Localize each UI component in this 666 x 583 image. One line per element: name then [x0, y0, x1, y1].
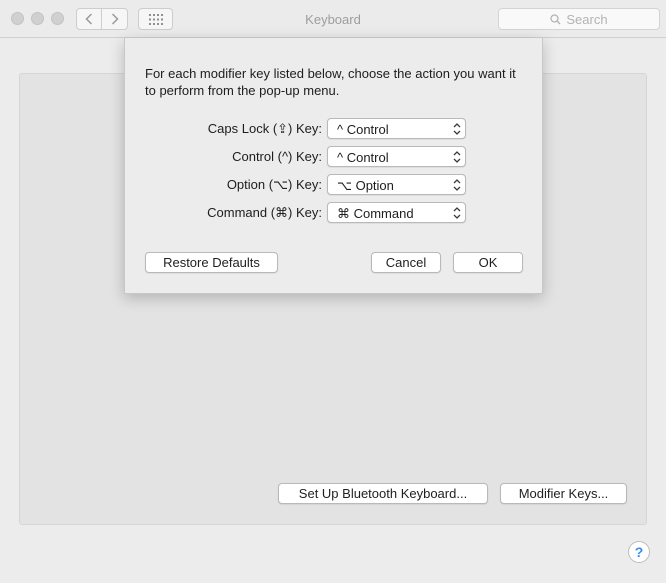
- up-down-arrows-icon: [453, 207, 461, 219]
- search-placeholder: Search: [566, 11, 608, 27]
- control-row: Control (^) Key: ^ Control: [125, 146, 544, 167]
- caps-lock-value: ^ Control: [337, 122, 389, 137]
- command-popup[interactable]: ⌘ Command: [327, 202, 466, 223]
- caps-lock-row: Caps Lock (⇪) Key: ^ Control: [125, 118, 544, 139]
- modifier-keys-sheet: For each modifier key listed below, choo…: [124, 38, 543, 294]
- up-down-arrows-icon: [453, 123, 461, 135]
- toolbar: Keyboard Search: [0, 0, 666, 38]
- modifier-keys-button[interactable]: Modifier Keys...: [500, 483, 627, 504]
- caps-lock-popup[interactable]: ^ Control: [327, 118, 466, 139]
- command-value: ⌘ Command: [337, 206, 414, 221]
- cancel-button[interactable]: Cancel: [371, 252, 441, 273]
- control-popup[interactable]: ^ Control: [327, 146, 466, 167]
- sheet-description: For each modifier key listed below, choo…: [145, 66, 516, 98]
- system-preferences-window: Keyboard Search Set Up Bluetooth Keyboar…: [0, 0, 666, 583]
- option-popup[interactable]: ⌥ Option: [327, 174, 466, 195]
- caps-lock-label: Caps Lock (⇪) Key:: [207, 121, 322, 136]
- control-value: ^ Control: [337, 150, 389, 165]
- up-down-arrows-icon: [453, 179, 461, 191]
- option-value: ⌥ Option: [337, 178, 394, 193]
- up-down-arrows-icon: [453, 151, 461, 163]
- command-row: Command (⌘) Key: ⌘ Command: [125, 202, 544, 223]
- search-icon: [550, 13, 561, 25]
- help-button[interactable]: ?: [628, 541, 650, 563]
- ok-button[interactable]: OK: [453, 252, 523, 273]
- setup-bluetooth-keyboard-button[interactable]: Set Up Bluetooth Keyboard...: [278, 483, 488, 504]
- control-label: Control (^) Key:: [232, 149, 322, 164]
- command-label: Command (⌘) Key:: [207, 205, 322, 220]
- search-field[interactable]: Search: [498, 8, 660, 30]
- restore-defaults-button[interactable]: Restore Defaults: [145, 252, 278, 273]
- option-row: Option (⌥) Key: ⌥ Option: [125, 174, 544, 195]
- option-label: Option (⌥) Key:: [226, 177, 322, 192]
